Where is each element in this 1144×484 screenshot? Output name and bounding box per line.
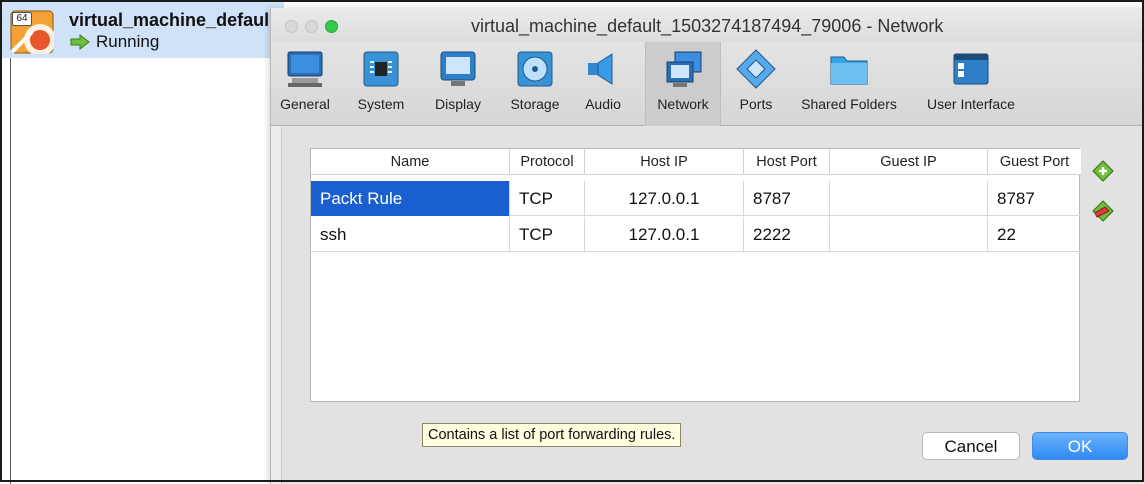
vm-state-label: Running <box>96 32 160 51</box>
tab-storage[interactable]: Storage <box>503 42 567 126</box>
tab-user-interface-label: User Interface <box>927 96 1015 112</box>
column-header-name[interactable]: Name <box>311 149 510 175</box>
cell-guest-ip[interactable] <box>830 181 988 216</box>
cell-name[interactable]: ssh <box>311 217 510 252</box>
vm-list-item[interactable]: 64 virtual_machine_defaul Running <box>2 2 284 58</box>
tab-system-label: System <box>357 96 405 112</box>
audio-icon <box>588 53 613 85</box>
cell-host-port[interactable]: 8787 <box>744 181 830 216</box>
tab-ports-label: Ports <box>739 96 773 112</box>
vm-list-panel: 64 virtual_machine_defaul Running <box>2 2 284 484</box>
zoom-window-button[interactable] <box>325 20 338 33</box>
remove-rule-icon[interactable] <box>1090 198 1116 224</box>
tab-shared-folders[interactable]: Shared Folders <box>793 42 905 126</box>
table-row[interactable]: Packt Rule TCP 127.0.0.1 8787 8787 <box>311 181 1081 216</box>
cell-host-port[interactable]: 2222 <box>744 217 830 252</box>
column-header-guest-port[interactable]: Guest Port <box>988 149 1081 175</box>
vm-name: virtual_machine_defaul <box>69 10 270 30</box>
port-forwarding-table[interactable]: Name Protocol Host IP Host Port Guest IP… <box>310 148 1081 402</box>
storage-icon <box>517 51 553 87</box>
cell-protocol[interactable]: TCP <box>510 181 585 216</box>
column-header-host-port[interactable]: Host Port <box>744 149 830 175</box>
tab-storage-label: Storage <box>510 96 560 112</box>
close-window-button[interactable] <box>285 20 298 33</box>
vm-state: Running <box>70 32 159 52</box>
window-title: virtual_machine_default_1503274187494_79… <box>471 16 944 36</box>
display-icon <box>440 51 476 86</box>
arch-badge: 64 <box>12 12 32 26</box>
tab-display[interactable]: Display <box>427 42 489 126</box>
tab-network[interactable]: Network <box>645 42 721 126</box>
column-header-host-ip[interactable]: Host IP <box>585 149 744 175</box>
system-icon <box>363 51 399 87</box>
column-header-guest-ip[interactable]: Guest IP <box>830 149 988 175</box>
cancel-button[interactable]: Cancel <box>922 432 1020 460</box>
tab-audio[interactable]: Audio <box>577 42 629 126</box>
cell-guest-port[interactable]: 8787 <box>988 181 1081 216</box>
network-icon <box>666 51 702 87</box>
cell-name[interactable]: Packt Rule <box>311 181 510 216</box>
tab-system[interactable]: System <box>349 42 413 126</box>
tab-general-label: General <box>280 96 330 112</box>
tab-shared-folders-label: Shared Folders <box>801 96 897 112</box>
table-header: Name Protocol Host IP Host Port Guest IP… <box>311 149 1081 175</box>
tab-ports[interactable]: Ports <box>731 42 781 126</box>
cell-host-ip[interactable]: 127.0.0.1 <box>585 181 744 216</box>
user-interface-icon <box>953 53 989 85</box>
panel-divider <box>10 58 11 484</box>
running-arrow-icon <box>70 34 90 50</box>
ports-icon <box>736 49 776 89</box>
settings-toolbar: General System Display Storage Audio Net… <box>271 42 1143 126</box>
cell-protocol[interactable]: TCP <box>510 217 585 252</box>
settings-dialog: virtual_machine_default_1503274187494_79… <box>270 8 1143 484</box>
general-icon <box>287 51 323 87</box>
tab-network-label: Network <box>657 96 709 112</box>
tab-user-interface[interactable]: User Interface <box>923 42 1019 126</box>
tab-general[interactable]: General <box>275 42 335 126</box>
table-row[interactable]: ssh TCP 127.0.0.1 2222 22 <box>311 217 1081 252</box>
cell-guest-port[interactable]: 22 <box>988 217 1081 252</box>
cell-guest-ip[interactable] <box>830 217 988 252</box>
shared-folders-icon <box>830 56 868 85</box>
tab-audio-label: Audio <box>585 96 621 112</box>
tab-display-label: Display <box>435 96 481 112</box>
title-bar[interactable]: virtual_machine_default_1503274187494_79… <box>271 8 1143 42</box>
cell-host-ip[interactable]: 127.0.0.1 <box>585 217 744 252</box>
ok-button[interactable]: OK <box>1032 432 1128 460</box>
column-header-protocol[interactable]: Protocol <box>510 149 585 175</box>
minimize-window-button[interactable] <box>305 20 318 33</box>
network-settings-panel: Name Protocol Host IP Host Port Guest IP… <box>281 126 1143 484</box>
table-tooltip: Contains a list of port forwarding rules… <box>422 423 682 447</box>
add-rule-icon[interactable] <box>1090 158 1116 184</box>
